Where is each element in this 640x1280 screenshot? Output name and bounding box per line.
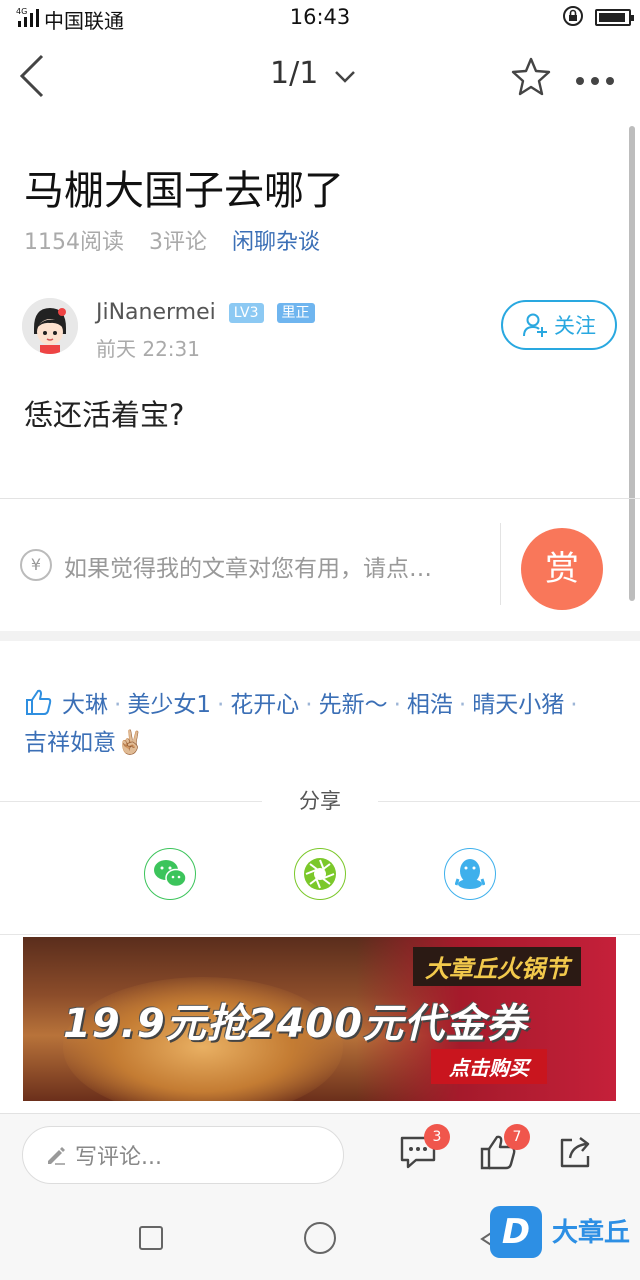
post-date: 前天 22:31 bbox=[96, 337, 200, 361]
author-name[interactable]: JiNanermei bbox=[96, 300, 216, 325]
author-name-line: JiNanermei LV3 里正 bbox=[96, 300, 315, 325]
pencil-icon bbox=[48, 1147, 65, 1165]
clock: 16:43 bbox=[289, 5, 351, 29]
share-button[interactable] bbox=[556, 1132, 596, 1176]
favorite-button[interactable] bbox=[510, 56, 552, 100]
comment-count-badge: 3 bbox=[424, 1124, 450, 1150]
liker-separator: · bbox=[458, 692, 467, 718]
divider bbox=[0, 934, 640, 935]
chevron-down-icon bbox=[334, 57, 356, 92]
status-bar: 4G 中国联通 16:43 bbox=[0, 0, 640, 36]
battery-icon bbox=[595, 9, 634, 26]
post-title: 马棚大国子去哪了 bbox=[24, 168, 344, 214]
banner-cta-button[interactable]: 点击购买 bbox=[431, 1049, 547, 1084]
share-icon bbox=[560, 1137, 590, 1168]
banner-headline: 19.9元抢2400元代金券 bbox=[63, 1001, 528, 1047]
liker-separator: · bbox=[216, 692, 225, 718]
page-indicator: 1/1 bbox=[270, 56, 319, 91]
liker-separator: · bbox=[305, 692, 313, 718]
avatar[interactable] bbox=[22, 298, 78, 354]
liker-name[interactable]: 相浩 bbox=[407, 692, 453, 718]
liker-name[interactable]: 晴天小猪 bbox=[472, 692, 564, 718]
watermark-logo: D bbox=[490, 1206, 542, 1258]
read-count: 1154阅读 bbox=[24, 230, 124, 255]
follow-label: 关注 bbox=[554, 314, 596, 338]
liker-name[interactable]: 先新～ bbox=[319, 692, 388, 718]
like-button[interactable]: 7 bbox=[478, 1124, 530, 1176]
star-icon bbox=[511, 57, 551, 96]
divider bbox=[0, 498, 640, 499]
section-gap bbox=[0, 631, 640, 641]
level-badge: LV3 bbox=[228, 303, 264, 323]
yen-icon: ¥ bbox=[20, 549, 52, 581]
liker-name[interactable]: 吉祥如意✌🏼 bbox=[24, 730, 145, 756]
comment-count-text: 3评论 bbox=[149, 230, 207, 255]
rank-badge: 里正 bbox=[276, 303, 315, 323]
bottom-bar: 写评论... 3 7 bbox=[0, 1113, 640, 1201]
reward-button[interactable]: 赏 bbox=[521, 528, 603, 610]
category-link[interactable]: 闲聊杂谈 bbox=[232, 230, 320, 255]
page-selector[interactable]: 1/1 bbox=[270, 56, 356, 92]
tip-prompt[interactable]: ¥ 如果觉得我的文章对您有用，请点… bbox=[20, 547, 490, 583]
follow-button[interactable]: 关注 bbox=[501, 300, 617, 350]
top-nav: 1/1 bbox=[0, 40, 640, 116]
liker-name[interactable]: 花开心 bbox=[230, 692, 299, 718]
likes-list: 大琳 · 美少女1 · 花开心 · 先新～ · 相浩 · 晴天小猪 · 吉祥如意✌🏼 bbox=[24, 688, 624, 760]
home-button[interactable] bbox=[304, 1222, 336, 1254]
comment-placeholder: 写评论... bbox=[75, 1145, 162, 1170]
liker-separator: · bbox=[114, 692, 122, 718]
page: 4G 中国联通 16:43 1/1 马棚大国子去哪了 1154阅读 3评论 闲聊… bbox=[0, 0, 640, 1280]
more-options-button[interactable] bbox=[576, 70, 621, 89]
post-meta: 1154阅读 3评论 闲聊杂谈 bbox=[24, 224, 338, 256]
liker-name[interactable]: 美少女1 bbox=[127, 692, 211, 718]
comments-button[interactable]: 3 bbox=[398, 1124, 450, 1176]
thumbs-up-icon bbox=[24, 688, 52, 726]
banner-tag: 大章丘火锅节 bbox=[413, 947, 581, 986]
back-button[interactable] bbox=[14, 52, 54, 100]
liker-separator: · bbox=[393, 692, 401, 718]
ad-banner[interactable]: 大章丘火锅节 19.9元抢2400元代金券 点击购买 bbox=[23, 937, 616, 1101]
author-row: JiNanermei LV3 里正 前天 22:31 关注 bbox=[22, 298, 622, 362]
recent-apps-button[interactable] bbox=[139, 1226, 163, 1250]
share-moments-button[interactable] bbox=[294, 848, 346, 900]
moments-icon bbox=[304, 858, 336, 890]
share-qq-button[interactable] bbox=[444, 848, 496, 900]
like-count-badge: 7 bbox=[504, 1124, 530, 1150]
liker-name[interactable]: 大琳 bbox=[62, 692, 108, 718]
rotation-lock-icon bbox=[562, 5, 584, 32]
wechat-icon bbox=[154, 860, 187, 888]
add-user-icon bbox=[523, 313, 547, 337]
liker-separator: · bbox=[570, 692, 578, 718]
scrollbar[interactable] bbox=[629, 126, 635, 601]
watermark: D 大章丘 bbox=[490, 1206, 640, 1258]
qq-icon bbox=[455, 859, 485, 889]
chevron-left-icon bbox=[19, 54, 44, 98]
share-wechat-button[interactable] bbox=[144, 848, 196, 900]
comment-input[interactable]: 写评论... bbox=[22, 1126, 344, 1184]
tip-text: 如果觉得我的文章对您有用，请点… bbox=[64, 556, 432, 582]
divider bbox=[500, 523, 501, 605]
share-label: 分享 bbox=[262, 785, 378, 815]
watermark-text: 大章丘 bbox=[552, 1218, 631, 1248]
post-content: 恁还活着宝? bbox=[24, 398, 185, 432]
